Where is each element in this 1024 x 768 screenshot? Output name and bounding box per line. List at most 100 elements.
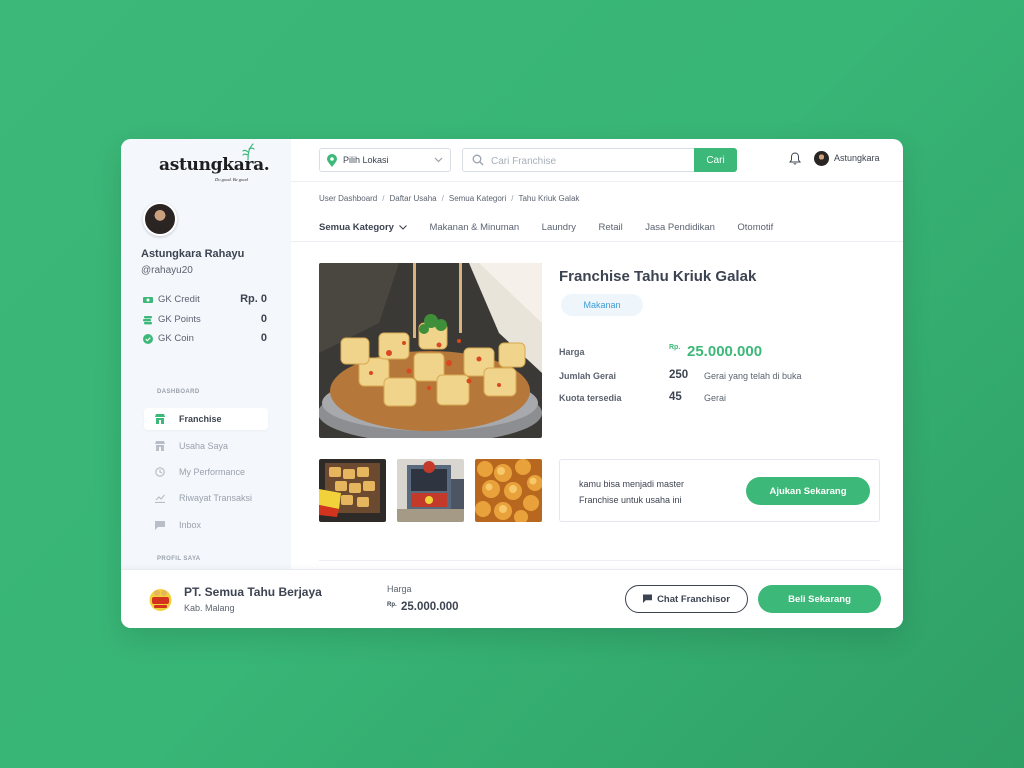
divider [291,241,903,242]
stat-label: GK Coin [158,333,194,344]
search-input[interactable] [491,153,681,169]
kuota-label: Kuota tersedia [559,393,622,403]
gk-points-row: GK Points 0 [143,313,267,327]
brand-logo[interactable]: astungkara. Do good. Be good [159,143,270,191]
stat-value: 0 [260,313,267,325]
gk-credit-row: GK Credit Rp. 0 [143,293,267,307]
jumlah-gerai-value: 250 [669,369,689,381]
money-icon [143,297,153,303]
divider [319,560,880,561]
tab-otomotif[interactable]: Otomotif [737,222,773,233]
bottom-harga-label: Harga [387,584,412,594]
breadcrumb-separator: / [382,194,385,203]
master-franchise-text: kamu bisa menjadi master Franchise untuk… [579,479,685,505]
product-thumbnail-1[interactable] [319,459,386,522]
kuota-desc: Gerai [704,393,727,403]
user-avatar[interactable] [814,151,829,166]
user-menu-name[interactable]: Astungkara [834,153,880,163]
top-bar: Pilih Lokasi Cari Astungkara [291,139,903,182]
profile-handle: @rahayu20 [141,265,193,276]
chat-franchisor-button[interactable]: Chat Franchisor [625,585,748,613]
sidebar-item-riwayat-transaksi[interactable]: Riwayat Transaksi [144,487,268,509]
gk-coin-row: GK Coin 0 [143,332,267,346]
search-icon [472,154,484,166]
app-window: astungkara. Do good. Be good Astungkara … [121,139,903,628]
chat-icon [155,521,165,530]
chevron-down-icon [434,157,443,163]
chart-icon [155,494,165,503]
leaf-icon [242,143,255,161]
product-title: Franchise Tahu Kriuk Galak [559,268,757,285]
tab-label: Semua Kategory [319,222,394,233]
jumlah-gerai-desc: Gerai yang telah di buka [704,371,802,381]
product-thumbnail-2[interactable] [397,459,464,522]
breadcrumb-separator: / [441,194,444,203]
product-main-image[interactable] [319,263,542,438]
chevron-down-icon [399,225,407,230]
sidebar-item-label: Usaha Saya [179,441,229,451]
breadcrumb-item: Tahu Kriuk Galak [518,194,580,203]
stat-label: GK Credit [158,294,200,305]
product-thumbnail-3[interactable] [475,459,542,522]
ajukan-sekarang-button[interactable]: Ajukan Sekarang [746,477,870,505]
food-cart-image [397,459,464,522]
stat-value: Rp. 0 [240,293,267,305]
bottom-price: 25.000.000 [401,601,459,613]
tofu-box-image [319,459,386,522]
coin-check-icon [143,334,153,344]
sidebar-item-usaha-saya[interactable]: Usaha Saya [144,435,268,457]
tab-semua-kategory[interactable]: Semua Kategory [319,222,407,233]
dashboard-section-label: DASHBOARD [157,389,200,395]
crispy-food-image [475,459,542,522]
tab-makanan-minuman[interactable]: Makanan & Minuman [429,222,519,233]
harga-label: Harga [559,347,585,357]
brand-tagline: Do good. Be good [215,177,248,182]
coins-icon [143,316,152,325]
category-tabs: Semua Kategory Makanan & Minuman Laundry… [319,217,791,233]
chat-icon [643,593,653,603]
sidebar-item-franchise[interactable]: Franchise [144,408,268,430]
category-badge: Makanan [561,294,643,316]
performance-icon [155,467,165,477]
tab-laundry[interactable]: Laundry [542,222,576,233]
store-icon [155,414,165,424]
stat-value: 0 [260,332,267,344]
price-currency: Rp. [669,344,681,351]
location-select-label: Pilih Lokasi [343,155,389,165]
sidebar-item-label: Riwayat Transaksi [179,493,253,503]
avatar[interactable] [143,202,177,236]
sidebar-item-label: Inbox [179,520,202,530]
breadcrumb-item[interactable]: Semua Kategori [449,194,506,203]
shop-icon [155,441,165,451]
chat-franchisor-label: Chat Franchisor [657,593,730,605]
bell-icon[interactable] [789,152,801,165]
sidebar-item-my-performance[interactable]: My Performance [144,461,268,483]
jumlah-gerai-label: Jumlah Gerai [559,371,617,381]
stat-label: GK Points [158,314,201,325]
tab-jasa-pendidikan[interactable]: Jasa Pendidikan [645,222,715,233]
sidebar: astungkara. Do good. Be good Astungkara … [121,139,291,569]
breadcrumb: User Dashboard / Daftar Usaha / Semua Katego… [319,194,579,203]
product-price: 25.000.000 [687,343,763,360]
sidebar-item-label: My Performance [179,467,246,477]
company-name: PT. Semua Tahu Berjaya [184,585,322,599]
search-button[interactable]: Cari [694,148,737,172]
breadcrumb-item[interactable]: Daftar Usaha [389,194,436,203]
tab-retail[interactable]: Retail [598,222,622,233]
sidebar-item-label: Franchise [179,414,222,424]
breadcrumb-item[interactable]: User Dashboard [319,194,377,203]
bottom-bar: PT. Semua Tahu Berjaya Kab. Malang Harga… [121,569,903,628]
master-franchise-card: kamu bisa menjadi master Franchise untuk… [559,459,880,522]
kuota-value: 45 [669,391,682,403]
profile-section-label: PROFIL SAYA [157,556,201,562]
company-logo [149,589,172,611]
breadcrumb-separator: / [511,194,514,203]
profile-name: Astungkara Rahayu [141,248,245,260]
beli-sekarang-button[interactable]: Beli Sekarang [758,585,881,613]
search-box [462,148,695,172]
sidebar-item-inbox[interactable]: Inbox [144,514,268,536]
fried-tofu-image [319,263,542,438]
location-pin-icon [327,154,337,167]
company-location: Kab. Malang [184,603,235,613]
location-select[interactable]: Pilih Lokasi [319,148,451,172]
